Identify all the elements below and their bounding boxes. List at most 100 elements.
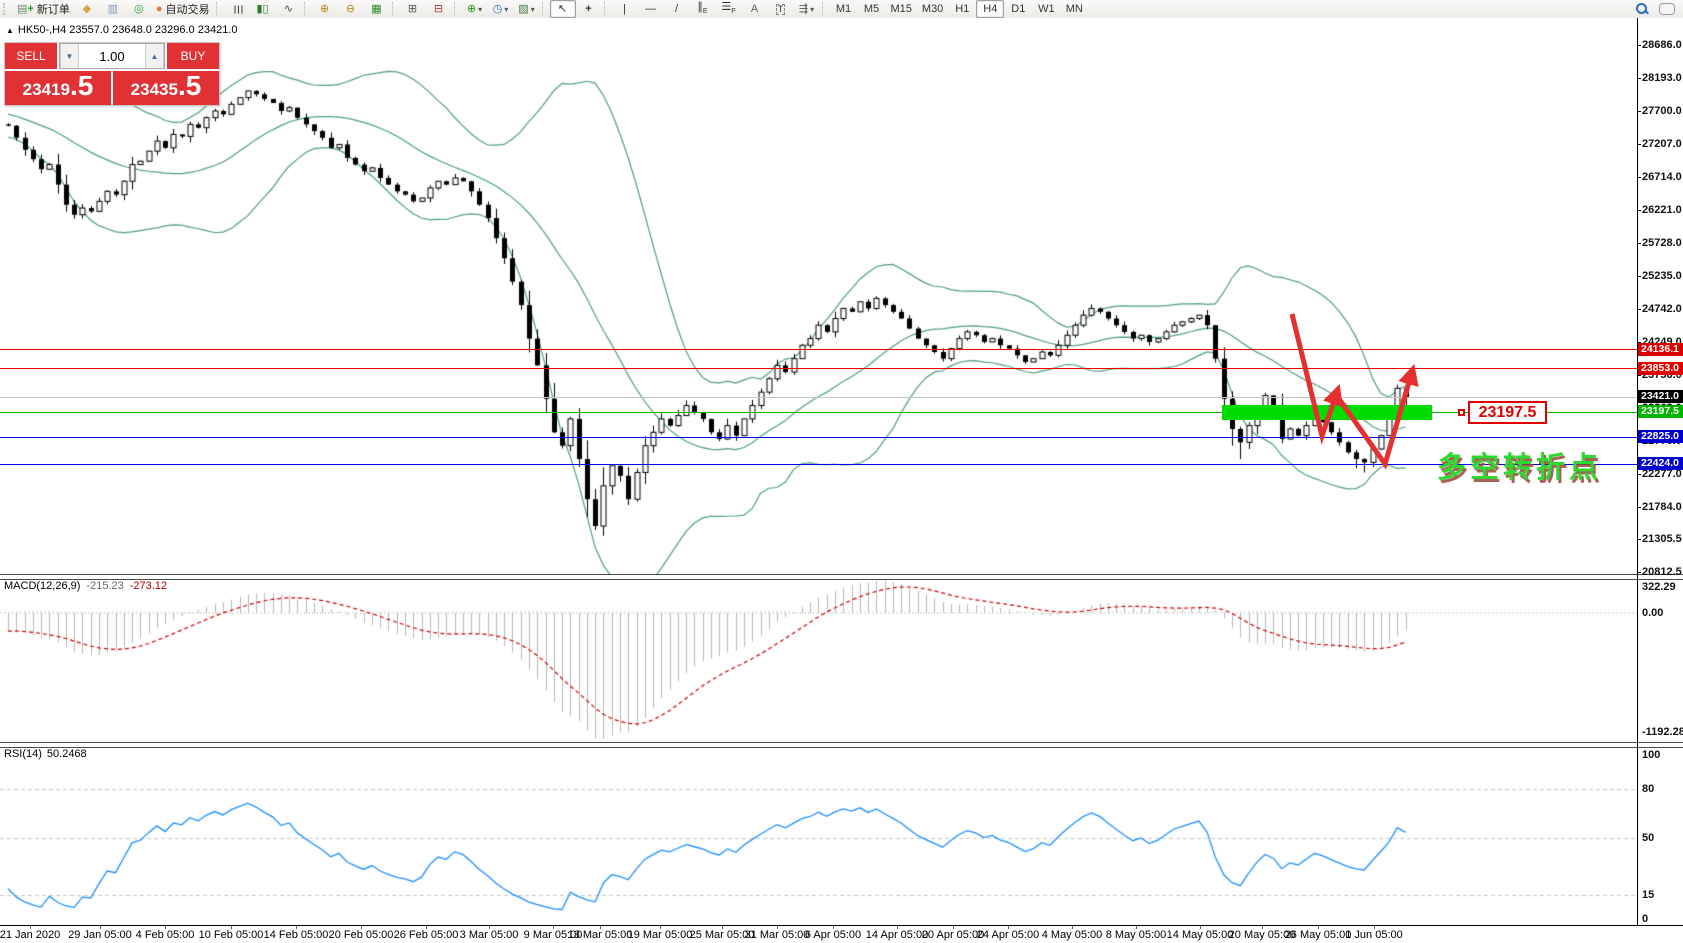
tab-timeframe-d1[interactable]: D1 xyxy=(1004,0,1032,18)
time-tick-label: 6 Apr 05:00 xyxy=(805,929,861,941)
charts-window-button[interactable]: ▥ xyxy=(100,0,126,18)
price-tick-label: 27700.0 xyxy=(1642,105,1682,117)
support-zone-rectangle[interactable] xyxy=(1222,405,1432,420)
chart-title-text: HK50-,H4 23557.0 23648.0 23296.0 23421.0 xyxy=(18,24,238,36)
search-icon[interactable] xyxy=(1635,2,1649,16)
periods-button[interactable]: ◷▾ xyxy=(488,0,514,18)
tab-timeframe-h4[interactable]: H4 xyxy=(976,0,1004,18)
cursor-tool-button[interactable]: ↖ xyxy=(550,0,576,18)
panel-separator[interactable] xyxy=(0,742,1683,748)
sell-price-button[interactable]: 23419 .5 xyxy=(5,71,111,105)
time-tick-label: 21 Jan 2020 xyxy=(0,929,60,941)
time-tick-label: 20 Feb 05:00 xyxy=(329,929,394,941)
tab-timeframe-h1[interactable]: H1 xyxy=(948,0,976,18)
price-chart-canvas[interactable] xyxy=(0,18,1637,574)
add-indicator-button[interactable]: ⊕▾ xyxy=(462,0,488,18)
template-icon: ▨ xyxy=(518,4,528,15)
fibonacci-icon: ☰F xyxy=(721,2,735,15)
fibonacci-tool-button[interactable]: ☰F xyxy=(716,0,742,18)
chevron-down-icon: ▾ xyxy=(531,5,535,14)
highlight-button[interactable]: ◆ xyxy=(74,0,100,18)
tab-timeframe-w1[interactable]: W1 xyxy=(1032,0,1060,18)
macd-canvas[interactable] xyxy=(0,578,1637,742)
new-order-button[interactable]: ▤+ 新订单 xyxy=(13,0,74,18)
price-tick-label: 28193.0 xyxy=(1642,72,1682,84)
price-tag-23853[interactable]: 23853.0 xyxy=(1638,362,1683,375)
label-tool-button[interactable]: T xyxy=(768,0,794,18)
cascade-windows-button[interactable]: ⊟ xyxy=(426,0,452,18)
zoom-out-button[interactable]: ⊖ xyxy=(338,0,364,18)
price-line-22424[interactable] xyxy=(0,464,1637,465)
callout-anchor-square[interactable] xyxy=(1458,409,1465,416)
panel-separator[interactable] xyxy=(0,574,1683,580)
time-tick-label: 14 Apr 05:00 xyxy=(866,929,928,941)
vertical-line-tool-button[interactable]: | xyxy=(612,0,638,18)
add-indicator-icon: ⊕ xyxy=(467,4,476,15)
price-tick-mark xyxy=(1637,507,1641,508)
templates-button[interactable]: ▨▾ xyxy=(514,0,540,18)
price-callout[interactable]: 23197.5 xyxy=(1468,401,1547,424)
price-line-22825[interactable] xyxy=(0,437,1637,438)
text-tool-button[interactable]: A xyxy=(742,0,768,18)
channel-tool-button[interactable]: ∥E xyxy=(690,0,716,18)
tab-timeframe-m5[interactable]: M5 xyxy=(858,0,886,18)
arrows-tool-button[interactable]: ⇶▾ xyxy=(794,0,820,18)
crosshair-tool-button[interactable]: + xyxy=(576,0,602,18)
tab-timeframe-m15[interactable]: M15 xyxy=(886,0,917,18)
crosshair-icon: + xyxy=(585,4,591,15)
tile-windows-button[interactable]: ▦ xyxy=(364,0,390,18)
trendline-tool-button[interactable]: / xyxy=(664,0,690,18)
volume-increase-button[interactable]: ▲ xyxy=(145,44,164,68)
zoom-in-button[interactable]: ⊕ xyxy=(312,0,338,18)
horizontal-line-tool-button[interactable]: — xyxy=(638,0,664,18)
price-tick-mark xyxy=(1637,78,1641,79)
buy-button[interactable]: BUY xyxy=(167,43,219,69)
time-tick-label: 10 Feb 05:00 xyxy=(199,929,264,941)
candlestick-chart-button[interactable]: ▮▯ xyxy=(250,0,276,18)
signals-button[interactable]: ◎ xyxy=(126,0,152,18)
macd-axis-zero: 0.00 xyxy=(1642,607,1663,619)
charts-window-icon: ▥ xyxy=(108,4,118,15)
toolbar-separator xyxy=(392,2,397,16)
toolbar-separator xyxy=(216,2,221,16)
volume-value[interactable]: 1.00 xyxy=(79,44,145,68)
autotrading-button[interactable]: ● 自动交易 xyxy=(152,0,214,18)
price-tag-22424[interactable]: 22424.0 xyxy=(1638,457,1683,470)
sell-button[interactable]: SELL xyxy=(5,43,57,69)
new-order-icon: ▤+ xyxy=(17,4,34,15)
autotrading-label: 自动交易 xyxy=(166,1,210,17)
bar-chart-button[interactable]: ☰ xyxy=(224,0,250,18)
chevron-down-icon: ▾ xyxy=(478,5,482,14)
time-tick-label: 4 May 05:00 xyxy=(1042,929,1103,941)
price-tick-mark xyxy=(1637,177,1641,178)
tab-timeframe-m1[interactable]: M1 xyxy=(830,0,858,18)
rsi-canvas[interactable] xyxy=(0,746,1637,925)
chat-icon[interactable] xyxy=(1659,3,1675,15)
price-line-23853[interactable] xyxy=(0,368,1637,369)
chart-title: ▲HK50-,H4 23557.0 23648.0 23296.0 23421.… xyxy=(6,24,238,36)
text-label-icon: T xyxy=(776,4,786,15)
line-chart-button[interactable]: ∿ xyxy=(276,0,302,18)
macd-name: MACD(12,26,9) xyxy=(4,580,80,592)
price-tick-label: 28686.0 xyxy=(1642,39,1682,51)
price-tag-23421[interactable]: 23421.0 xyxy=(1638,390,1683,403)
price-tag-24136.1[interactable]: 24136.1 xyxy=(1638,343,1683,356)
new-order-label: 新订单 xyxy=(37,1,70,17)
price-tick-mark xyxy=(1637,111,1641,112)
tab-timeframe-m30[interactable]: M30 xyxy=(917,0,948,18)
time-tick-label: 26 Feb 05:00 xyxy=(394,929,459,941)
buy-price-button[interactable]: 23435 .5 xyxy=(113,71,219,105)
tab-timeframe-mn[interactable]: MN xyxy=(1060,0,1088,18)
volume-decrease-button[interactable]: ▼ xyxy=(60,44,79,68)
macd-axis-max: 322.29 xyxy=(1642,581,1676,593)
price-line-23421[interactable] xyxy=(0,397,1637,398)
arrange-windows-button[interactable]: ⊞ xyxy=(400,0,426,18)
price-line-24136.1[interactable] xyxy=(0,349,1637,350)
time-tick-label: 14 Feb 05:00 xyxy=(264,929,329,941)
price-tag-23197.5[interactable]: 23197.5 xyxy=(1638,405,1683,418)
price-tag-22825[interactable]: 22825.0 xyxy=(1638,430,1683,443)
time-tick-label: 31 Mar 05:00 xyxy=(745,929,810,941)
toolbar-separator xyxy=(822,2,827,16)
autotrading-icon: ● xyxy=(156,4,163,15)
rsi-axis-0: 0 xyxy=(1642,913,1648,925)
